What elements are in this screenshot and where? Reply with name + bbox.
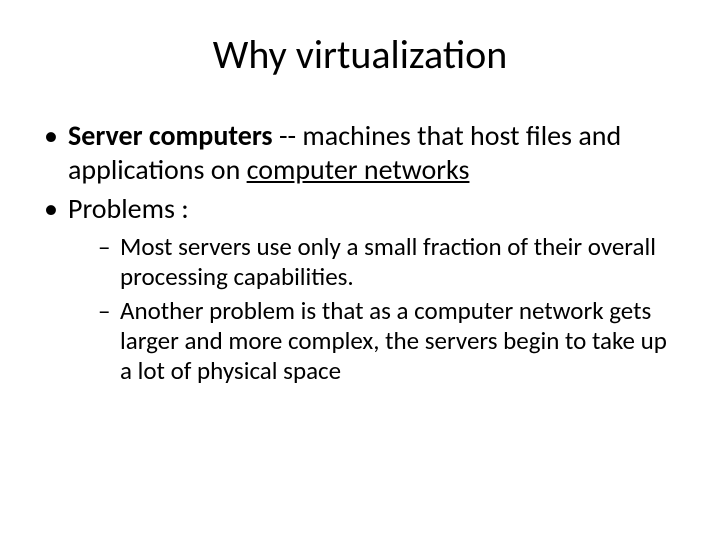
- sub-bullet-fraction: Most servers use only a small fraction o…: [98, 232, 680, 292]
- link-computer-networks: computer networks: [247, 152, 470, 187]
- bullet-server-computers: Server computers -- machines that host f…: [40, 119, 680, 186]
- sub-bullet-list: Most servers use only a small fraction o…: [68, 232, 680, 386]
- bullet-list: Server computers -- machines that host f…: [40, 119, 680, 386]
- bullet-problems: Problems : Most servers use only a small…: [40, 192, 680, 386]
- term-server-computers: Server computers: [68, 118, 273, 153]
- text-problems: Problems :: [68, 191, 189, 226]
- sub-bullet-space: Another problem is that as a computer ne…: [98, 296, 680, 386]
- slide: Why virtualization Server computers -- m…: [0, 0, 720, 540]
- slide-title: Why virtualization: [40, 30, 680, 79]
